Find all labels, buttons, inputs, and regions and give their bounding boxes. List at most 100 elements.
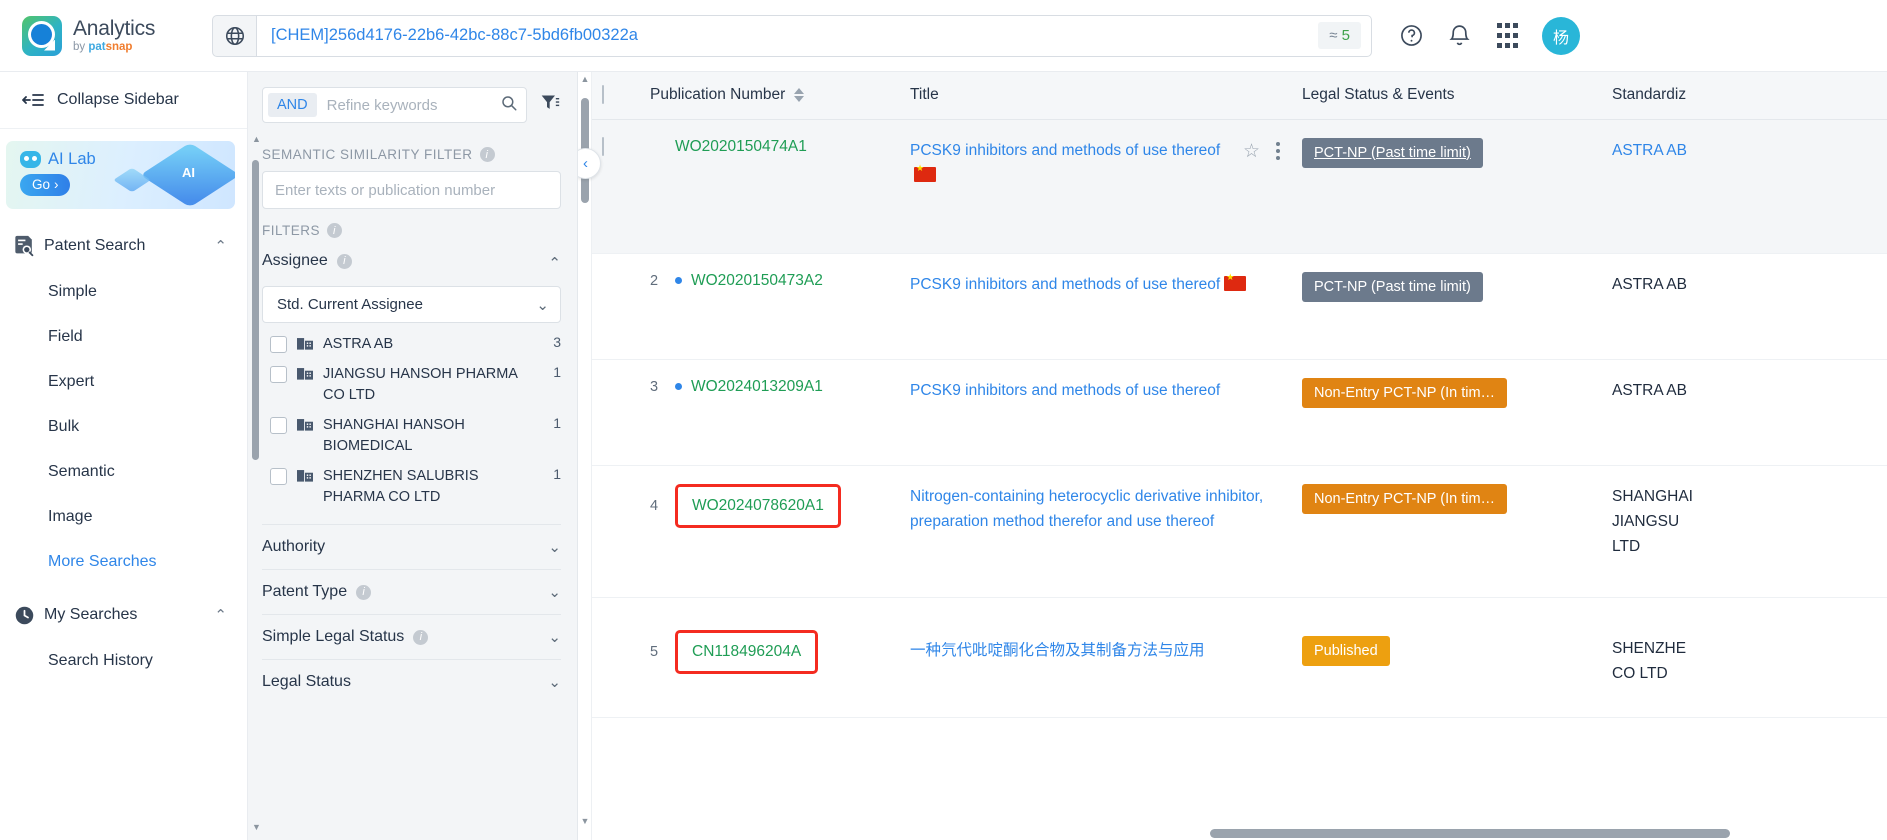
- help-icon[interactable]: [1398, 23, 1424, 49]
- row-select-cell: [592, 119, 640, 254]
- refine-keywords-input[interactable]: AND Refine keywords: [262, 87, 527, 123]
- table-row[interactable]: 2 WO2020150473A2 PCSK9 inhibitors and me…: [592, 253, 1887, 360]
- assignee-item[interactable]: SHENZHEN SALUBRIS PHARMA CO LTD 1: [262, 461, 561, 512]
- sidebar-item-semantic[interactable]: Semantic: [0, 449, 247, 494]
- patent-title-link[interactable]: PCSK9 inhibitors and methods of use ther…: [910, 138, 1235, 188]
- results-vertical-scrollbar[interactable]: ▲ ▼ ‹: [578, 72, 601, 840]
- sidebar-item-more-searches[interactable]: More Searches: [0, 539, 247, 584]
- scroll-up-arrow-icon[interactable]: ▲: [252, 134, 261, 144]
- column-header-publication-number[interactable]: Publication Number: [640, 72, 900, 120]
- ai-lab-go-button[interactable]: Go ›: [20, 174, 70, 196]
- chevron-up-icon[interactable]: ⌃: [214, 606, 227, 624]
- chevron-up-icon[interactable]: ⌃: [548, 254, 561, 272]
- filter-scrollbar-thumb[interactable]: [252, 160, 259, 460]
- search-icon[interactable]: [500, 94, 518, 117]
- row-number: 3: [650, 378, 659, 395]
- filter-section-patent-type[interactable]: Patent Type i ⌄: [262, 569, 561, 614]
- chevron-down-icon: ⌄: [548, 629, 561, 647]
- column-header-legal-status[interactable]: Legal Status & Events: [1292, 72, 1602, 120]
- favorite-star-icon[interactable]: ☆: [1243, 140, 1260, 163]
- column-header-title[interactable]: Title: [900, 72, 1292, 120]
- row-legal-status-cell: Non-Entry PCT-NP (In tim…: [1292, 359, 1602, 466]
- assignee-item[interactable]: JIANGSU HANSOH PHARMA CO LTD 1: [262, 359, 561, 410]
- patent-title-link[interactable]: PCSK9 inhibitors and methods of use ther…: [910, 272, 1282, 297]
- assignee-checkbox[interactable]: [270, 366, 287, 384]
- sidebar-item-expert[interactable]: Expert: [0, 359, 247, 404]
- brand-logo[interactable]: Analytics by patsnap: [22, 15, 190, 56]
- publication-number-link[interactable]: WO2020150473A2: [691, 272, 823, 290]
- avatar[interactable]: 杨: [1542, 16, 1580, 55]
- assignee-item[interactable]: SHANGHAI HANSOH BIOMEDICAL 1: [262, 410, 561, 461]
- sidebar-label-simple: Simple: [48, 282, 97, 300]
- status-badge[interactable]: PCT-NP (Past time limit): [1302, 271, 1483, 302]
- publication-number-link[interactable]: WO2020150474A1: [675, 138, 807, 156]
- filter-scrollbar[interactable]: ▲ ▼: [252, 134, 261, 832]
- table-row[interactable]: 4 WO2024078620A1 Nitrogen-containing het…: [592, 465, 1887, 598]
- ai-lab-banner[interactable]: AI AI Lab Go ›: [6, 141, 235, 209]
- sidebar-item-patent-search[interactable]: Patent Search ⌃: [0, 223, 247, 269]
- result-count-chip[interactable]: ≈ 5: [1318, 22, 1361, 49]
- apps-grid-icon[interactable]: [1494, 23, 1520, 49]
- status-badge[interactable]: PCT-NP (Past time limit): [1302, 137, 1483, 168]
- patent-title-link[interactable]: Nitrogen-containing heterocyclic derivat…: [910, 488, 1263, 530]
- scroll-down-arrow-icon[interactable]: ▼: [578, 816, 592, 826]
- status-badge[interactable]: Non-Entry PCT-NP (In tim…: [1302, 377, 1508, 408]
- info-icon[interactable]: i: [327, 223, 343, 238]
- row-checkbox[interactable]: [602, 136, 604, 156]
- info-icon[interactable]: i: [413, 629, 429, 645]
- row-number: 5: [650, 643, 659, 660]
- table-row[interactable]: 5 CN118496204A 一种氕代吡啶酮化合物及其制备方法与应用 Publi…: [592, 597, 1887, 718]
- sidebar-item-image[interactable]: Image: [0, 494, 247, 539]
- filter-section-simple-legal-status[interactable]: Simple Legal Status i ⌄: [262, 614, 561, 659]
- patent-title-link[interactable]: 一种氕代吡啶酮化合物及其制备方法与应用: [910, 642, 1205, 659]
- standardized-assignee[interactable]: ASTRA AB: [1612, 142, 1687, 159]
- building-icon: [297, 365, 313, 384]
- info-icon[interactable]: i: [336, 253, 352, 269]
- results-horizontal-scrollbar-thumb[interactable]: [1210, 829, 1730, 838]
- info-icon[interactable]: i: [479, 147, 495, 162]
- scroll-down-arrow-icon[interactable]: ▼: [252, 822, 261, 832]
- table-row[interactable]: WO2020150474A1 PCSK9 inhibitors and meth…: [592, 119, 1887, 254]
- column-header-standardized[interactable]: Standardiz: [1602, 72, 1887, 120]
- patent-title-text: PCSK9 inhibitors and methods of use ther…: [910, 141, 1221, 159]
- and-operator-chip[interactable]: AND: [268, 93, 317, 117]
- search-input[interactable]: [CHEM]256d4176-22b6-42bc-88c7-5bd6fb0032…: [256, 14, 1372, 57]
- filter-section-authority[interactable]: Authority ⌄: [262, 524, 561, 569]
- assignee-name: SHENZHEN SALUBRIS PHARMA CO LTD: [323, 468, 479, 506]
- scroll-up-arrow-icon[interactable]: ▲: [578, 74, 592, 84]
- status-badge[interactable]: Published: [1302, 635, 1390, 666]
- sidebar-item-my-searches[interactable]: My Searches ⌃: [0, 592, 247, 638]
- assignee-type-select[interactable]: Std. Current Assignee ⌄: [262, 286, 561, 323]
- publication-number-link[interactable]: WO2024078620A1: [675, 483, 841, 528]
- sidebar-item-field[interactable]: Field: [0, 314, 247, 359]
- select-all-checkbox[interactable]: [602, 85, 604, 105]
- row-menu-icon[interactable]: [1274, 140, 1282, 162]
- status-badge[interactable]: Non-Entry PCT-NP (In tim…: [1302, 483, 1508, 514]
- info-icon[interactable]: i: [356, 584, 372, 600]
- publication-number-link[interactable]: WO2024013209A1: [691, 378, 823, 396]
- filter-section-legal-status[interactable]: Legal Status ⌄: [262, 659, 561, 704]
- chevron-up-icon[interactable]: ⌃: [214, 237, 227, 255]
- assignee-name: SHANGHAI HANSOH BIOMEDICAL: [323, 417, 465, 455]
- table-row[interactable]: 3 WO2024013209A1 PCSK9 inhibitors and me…: [592, 359, 1887, 466]
- sidebar-item-simple[interactable]: Simple: [0, 269, 247, 314]
- semantic-similarity-input[interactable]: Enter texts or publication number: [262, 171, 561, 209]
- globe-icon[interactable]: [212, 14, 256, 57]
- row-number: 4: [650, 497, 659, 514]
- assignee-checkbox[interactable]: [270, 417, 287, 435]
- assignee-item[interactable]: ASTRA AB 3: [262, 329, 561, 359]
- assignee-checkbox[interactable]: [270, 468, 287, 486]
- collapse-sidebar-button[interactable]: Collapse Sidebar: [0, 72, 247, 129]
- row-standardized-cell: ASTRA AB: [1602, 253, 1887, 360]
- notification-bell-icon[interactable]: [1446, 23, 1472, 49]
- sidebar-item-bulk[interactable]: Bulk: [0, 404, 247, 449]
- patent-title-link[interactable]: PCSK9 inhibitors and methods of use ther…: [910, 382, 1220, 399]
- publication-number-link[interactable]: CN118496204A: [675, 629, 819, 674]
- sort-icon[interactable]: [794, 88, 805, 103]
- filter-funnel-icon[interactable]: [539, 93, 561, 118]
- row-standardized-cell: SHENZHE CO LTD: [1602, 597, 1887, 718]
- sidebar-item-search-history[interactable]: Search History: [0, 638, 247, 683]
- assignee-filter-header[interactable]: Assignee i ⌃: [262, 247, 561, 278]
- assignee-checkbox[interactable]: [270, 336, 287, 353]
- results-horizontal-scrollbar[interactable]: [1196, 827, 1887, 840]
